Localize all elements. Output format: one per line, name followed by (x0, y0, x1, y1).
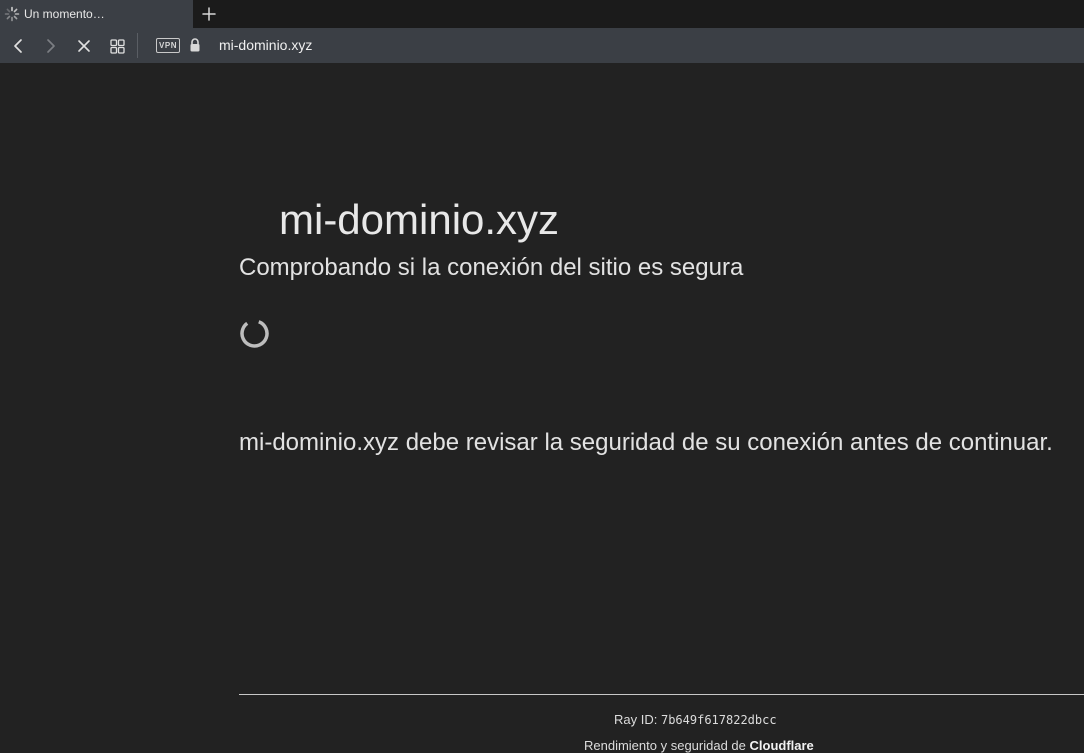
tab-title: Un momento… (24, 7, 105, 21)
checking-subtitle: Comprobando si la conexión del sitio es … (239, 254, 744, 281)
ray-id: Ray ID: 7b649f617822dbcc (614, 712, 777, 727)
ray-id-label: Ray ID: (614, 712, 661, 727)
address-bar[interactable]: mi-dominio.xyz (219, 37, 312, 53)
loading-ring-icon (240, 319, 269, 348)
performance-footer: Rendimiento y seguridad de Cloudflare (584, 738, 814, 753)
browser-toolbar: VPN mi-dominio.xyz (0, 28, 1084, 63)
security-message: mi-dominio.xyz debe revisar la seguridad… (239, 429, 1053, 456)
loading-spinner-icon (4, 6, 20, 22)
performance-text: Rendimiento y seguridad de (584, 738, 750, 753)
footer-divider (239, 694, 1084, 695)
tab-overview-button[interactable] (107, 36, 127, 56)
forward-button[interactable] (41, 36, 61, 56)
tab-strip: Un momento… (0, 0, 1084, 28)
chevron-right-icon (47, 39, 55, 53)
toolbar-divider (137, 33, 138, 58)
ray-id-value: 7b649f617822dbcc (660, 713, 777, 727)
chevron-left-icon (14, 39, 22, 53)
stop-loading-button[interactable] (74, 36, 94, 56)
grid-icon (109, 38, 125, 54)
plus-icon (202, 7, 216, 21)
close-icon (78, 40, 90, 52)
tab-active[interactable]: Un momento… (0, 0, 193, 28)
vpn-button[interactable]: VPN (156, 38, 180, 53)
back-button[interactable] (8, 36, 28, 56)
new-tab-button[interactable] (199, 4, 219, 24)
cloudflare-link[interactable]: Cloudflare (750, 738, 814, 753)
lock-icon[interactable] (188, 37, 202, 53)
site-title: mi-dominio.xyz (279, 196, 560, 243)
page-content: mi-dominio.xyz Comprobando si la conexió… (0, 63, 1084, 753)
